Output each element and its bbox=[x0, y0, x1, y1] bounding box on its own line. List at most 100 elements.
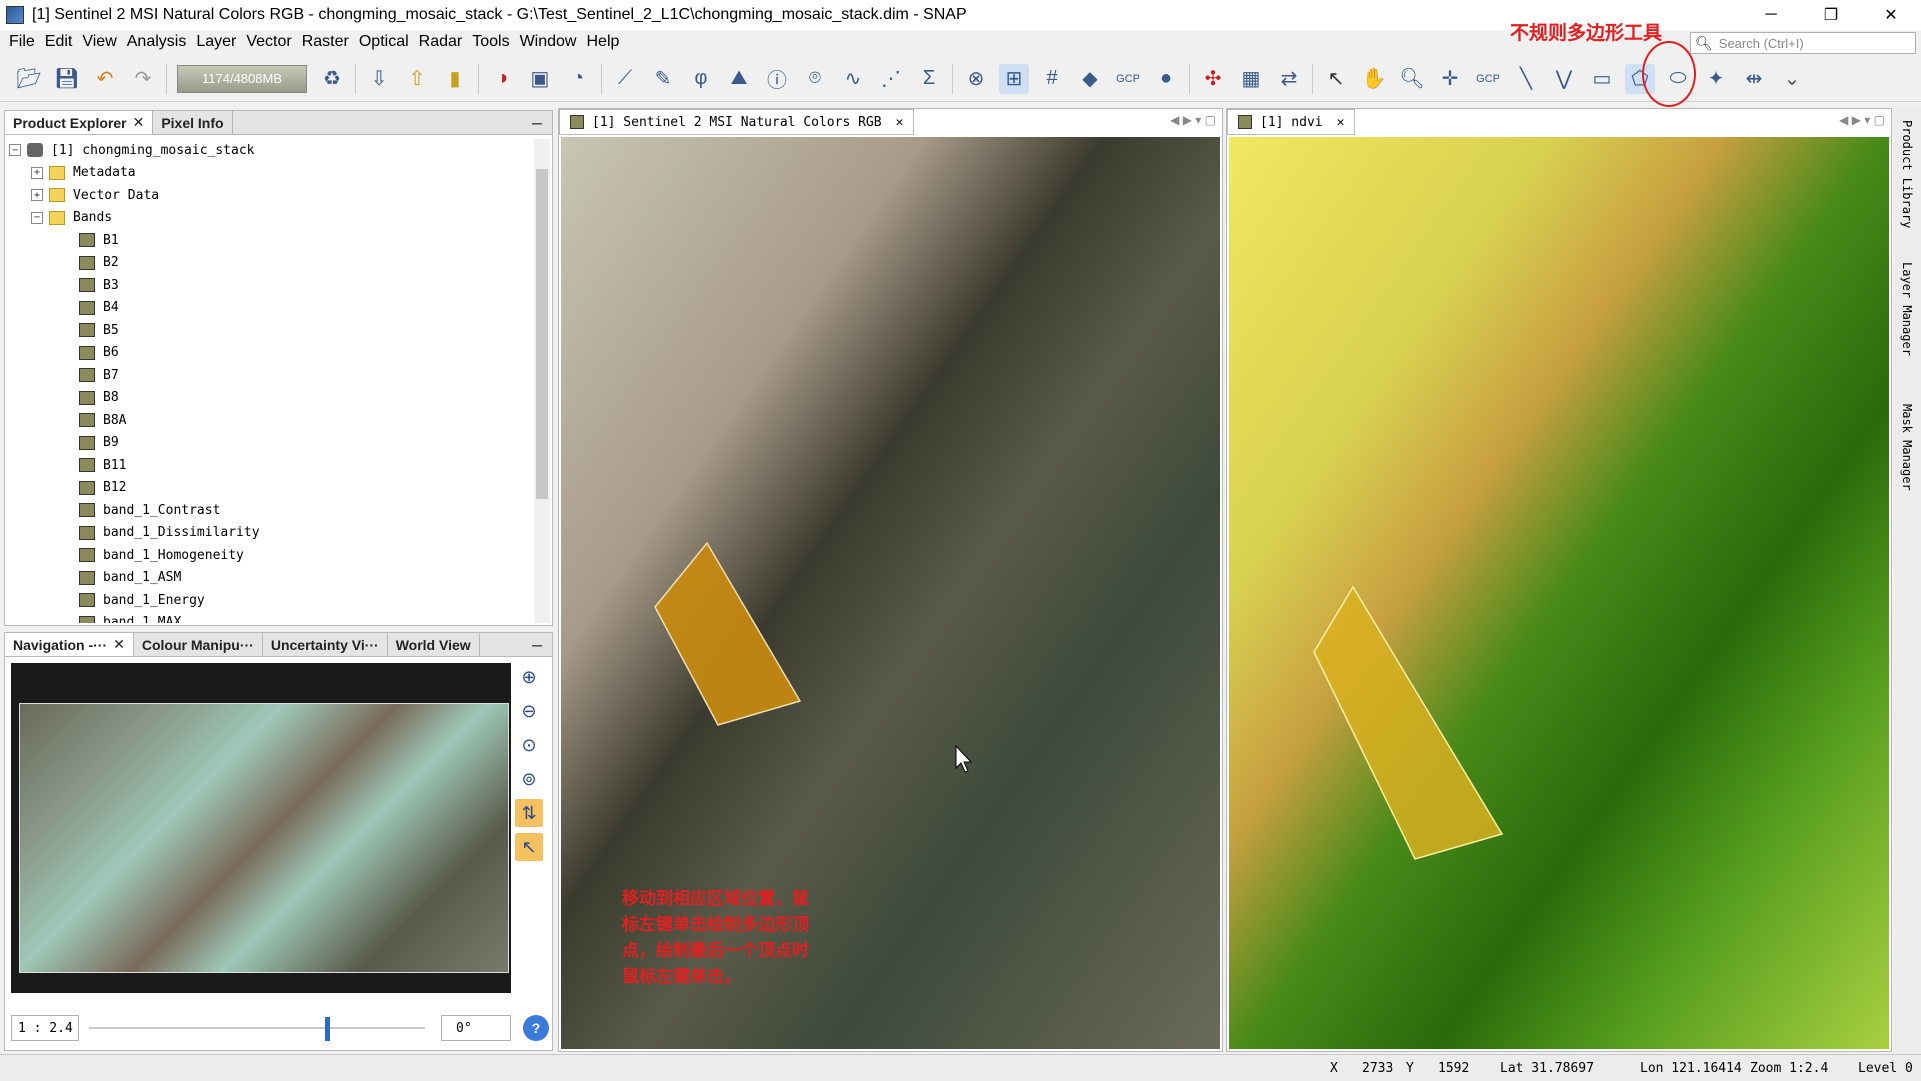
pin-manager-icon[interactable]: ⊗ bbox=[961, 64, 991, 94]
scatter-plot-icon[interactable]: ⋰ bbox=[876, 64, 906, 94]
menu-optical[interactable]: Optical bbox=[354, 33, 414, 51]
tree-band-item[interactable]: B9 bbox=[9, 432, 534, 455]
tree-metadata[interactable]: + Metadata bbox=[9, 162, 534, 185]
edit-icon[interactable]: ✎ bbox=[648, 64, 678, 94]
tree-band-item[interactable]: B1 bbox=[9, 229, 534, 252]
tab-product-explorer[interactable]: Product Explorer ✕ bbox=[5, 111, 154, 134]
close-tab-icon[interactable]: ✕ bbox=[113, 636, 125, 653]
zoom-slider[interactable] bbox=[89, 1017, 425, 1041]
range-finder-icon[interactable]: ⇹ bbox=[1739, 64, 1769, 94]
sync-cursor-toggle-icon[interactable]: ↖ bbox=[515, 833, 543, 861]
close-button[interactable]: ✕ bbox=[1861, 0, 1921, 30]
tab-uncertainty-visualisation[interactable]: Uncertainty Vi··· bbox=[263, 633, 388, 656]
tree-band-item[interactable]: band_1_Homogeneity bbox=[9, 544, 534, 567]
scale-field[interactable]: 1 : 2.4 bbox=[11, 1015, 79, 1041]
open-product-icon[interactable]: 📂︎ bbox=[14, 64, 44, 94]
ndvi-image-canvas[interactable] bbox=[1229, 137, 1889, 1049]
navigation-overview[interactable] bbox=[11, 663, 511, 993]
tree-band-item[interactable]: band_1_ASM bbox=[9, 567, 534, 590]
save-product-icon[interactable]: 💾︎ bbox=[52, 64, 82, 94]
menu-window[interactable]: Window bbox=[515, 33, 582, 51]
spectrum-icon[interactable]: φ bbox=[686, 64, 716, 94]
zoom-all-icon[interactable]: ⊚ bbox=[515, 765, 543, 793]
mask-manager-tab[interactable]: Mask Manager bbox=[1900, 404, 1914, 534]
sync-views-icon[interactable]: ⇄ bbox=[1274, 64, 1304, 94]
tab-rgb-view[interactable]: [1] Sentinel 2 MSI Natural Colors RGB ✕ bbox=[559, 109, 915, 135]
tab-navigation[interactable]: Navigation -··· ✕ bbox=[5, 633, 134, 656]
close-view-icon[interactable]: ✕ bbox=[1337, 115, 1345, 130]
line-tool-icon[interactable]: ╲ bbox=[1511, 64, 1541, 94]
tree-band-item[interactable]: B3 bbox=[9, 274, 534, 297]
tree-band-item[interactable]: B5 bbox=[9, 319, 534, 342]
menu-raster[interactable]: Raster bbox=[297, 33, 354, 51]
tree-band-item[interactable]: B2 bbox=[9, 252, 534, 275]
zoom-out-icon[interactable]: ⊖ bbox=[515, 697, 543, 725]
magic-wand-icon[interactable]: ✦ bbox=[1701, 64, 1731, 94]
rotation-field[interactable]: 0° bbox=[441, 1015, 511, 1041]
redo-icon[interactable]: ↷ bbox=[128, 64, 158, 94]
statistics-icon[interactable]: Σ bbox=[914, 64, 944, 94]
menu-edit[interactable]: Edit bbox=[40, 33, 78, 51]
minimize-button[interactable]: ─ bbox=[1741, 0, 1801, 30]
gcp-tool-icon[interactable]: GCP bbox=[1473, 64, 1503, 94]
undo-icon[interactable]: ↶ bbox=[90, 64, 120, 94]
band-maths-icon[interactable]: ▮ bbox=[440, 64, 470, 94]
tree-band-item[interactable]: B7 bbox=[9, 364, 534, 387]
menu-radar[interactable]: Radar bbox=[414, 33, 468, 51]
tab-ndvi-view[interactable]: [1] ndvi ✕ bbox=[1227, 109, 1356, 135]
tree-vector-data[interactable]: + Vector Data bbox=[9, 184, 534, 207]
sync-views-toggle-icon[interactable]: ⇅ bbox=[515, 799, 543, 827]
menu-tools[interactable]: Tools bbox=[467, 33, 514, 51]
menu-help[interactable]: Help bbox=[581, 33, 624, 51]
menu-vector[interactable]: Vector bbox=[241, 33, 296, 51]
close-view-icon[interactable]: ✕ bbox=[896, 115, 904, 130]
pan-tool-icon[interactable]: ✋ bbox=[1359, 64, 1389, 94]
gcp-icon[interactable]: GCP bbox=[1113, 64, 1143, 94]
tree-band-item[interactable]: B8 bbox=[9, 387, 534, 410]
toolbar-more-icon[interactable]: ⌄ bbox=[1777, 64, 1807, 94]
gc-icon[interactable]: ♻ bbox=[317, 64, 347, 94]
search-field[interactable]: 🔍︎ Search (Ctrl+I) bbox=[1690, 32, 1916, 54]
restore-button[interactable]: ❐ bbox=[1801, 0, 1861, 30]
minimize-panel-icon[interactable]: ─ bbox=[522, 111, 552, 134]
zoom-slider-knob[interactable] bbox=[325, 1017, 330, 1041]
view-nav-arrows[interactable]: ◀ ▶ ▾ ▢ bbox=[1170, 113, 1216, 127]
pin-tool-icon[interactable]: ✛ bbox=[1435, 64, 1465, 94]
zoom-tool-icon[interactable]: 🔍︎ bbox=[1397, 64, 1427, 94]
pixel-position-icon[interactable]: ✣ bbox=[1198, 64, 1228, 94]
information-icon[interactable]: ⓘ bbox=[762, 64, 792, 94]
help-button[interactable]: ? bbox=[523, 1015, 549, 1041]
drawn-polygon[interactable] bbox=[654, 541, 802, 726]
tree-root[interactable]: − [1] chongming_mosaic_stack bbox=[9, 139, 534, 162]
menu-layer[interactable]: Layer bbox=[191, 33, 241, 51]
rectangle-tool-icon[interactable]: ▭ bbox=[1587, 64, 1617, 94]
overview-thumbnail[interactable] bbox=[19, 703, 509, 973]
profile-plot-icon[interactable]: ∿ bbox=[838, 64, 868, 94]
tree-band-item[interactable]: band_1_Dissimilarity bbox=[9, 522, 534, 545]
view-nav-arrows[interactable]: ◀ ▶ ▾ ▢ bbox=[1839, 113, 1885, 127]
tab-world-view[interactable]: World View bbox=[388, 633, 480, 656]
tree-band-item[interactable]: band_1_MAX bbox=[9, 612, 534, 623]
minimize-panel-icon[interactable]: ─ bbox=[522, 633, 552, 656]
tree-band-item[interactable]: B8A bbox=[9, 409, 534, 432]
zoom-in-icon[interactable]: ⊕ bbox=[515, 663, 543, 691]
graph-builder-icon[interactable]: ⟋ bbox=[610, 64, 640, 94]
histogram-icon[interactable]: ⛰ bbox=[724, 64, 754, 94]
layer-manager-tab[interactable]: Layer Manager bbox=[1900, 262, 1914, 392]
product-library-tab[interactable]: Product Library bbox=[1900, 120, 1914, 250]
layer-icon[interactable]: ◆ bbox=[1075, 64, 1105, 94]
tree-band-item[interactable]: B4 bbox=[9, 297, 534, 320]
zoom-pixel-icon[interactable]: ⊙ bbox=[515, 731, 543, 759]
memory-indicator[interactable]: 1174/4808MB bbox=[177, 64, 307, 93]
menu-file[interactable]: File bbox=[4, 33, 40, 51]
menu-view[interactable]: View bbox=[77, 33, 121, 51]
rgb-image-icon[interactable]: ◑ bbox=[487, 64, 517, 94]
export-icon[interactable]: ⇧ bbox=[402, 64, 432, 94]
select-tool-icon[interactable]: ↖ bbox=[1321, 64, 1351, 94]
tree-band-item[interactable]: band_1_Energy bbox=[9, 589, 534, 612]
overlay-icon[interactable]: ⊞ bbox=[999, 63, 1029, 94]
close-tab-icon[interactable]: ✕ bbox=[133, 114, 145, 131]
tree-band-item[interactable]: band_1_Contrast bbox=[9, 499, 534, 522]
tile-icon[interactable]: ▦ bbox=[1236, 64, 1266, 94]
tab-colour-manipulation[interactable]: Colour Manipu··· bbox=[134, 633, 263, 656]
